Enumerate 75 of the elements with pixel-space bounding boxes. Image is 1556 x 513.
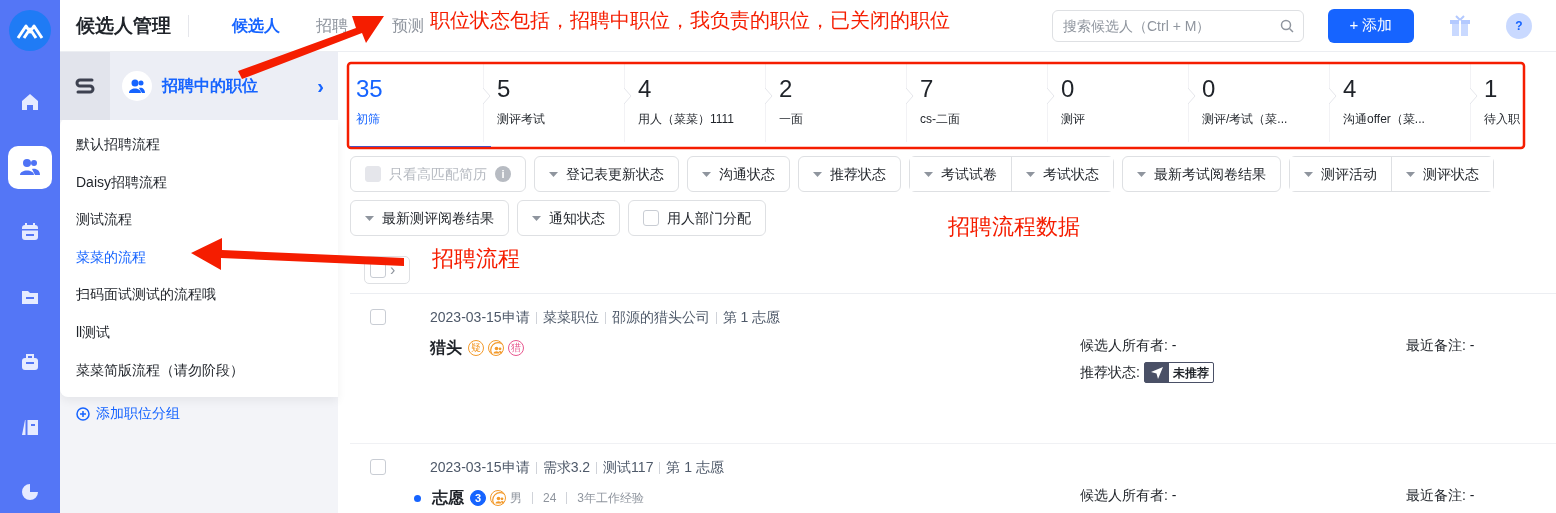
caret-icon	[702, 171, 711, 177]
add-button[interactable]: + 添加	[1328, 8, 1414, 43]
caret-icon	[1137, 171, 1146, 177]
people-icon[interactable]	[8, 145, 52, 189]
caret-icon	[1406, 171, 1415, 177]
search-icon[interactable]	[1280, 18, 1294, 33]
caret-icon	[813, 171, 822, 177]
search-field[interactable]: 搜索候选人（Ctrl + M）	[1052, 9, 1304, 42]
annotation-text: 招聘流程数据	[948, 215, 1080, 240]
caret-icon	[532, 215, 541, 221]
menu-item[interactable]: 扫码面试测试的流程哦	[60, 276, 338, 314]
stage-tab[interactable]: 0 测评	[1055, 62, 1196, 148]
menu-item[interactable]: 菜菜的流程	[60, 238, 338, 277]
add-group-link[interactable]: 添加职位分组	[60, 403, 196, 425]
meta-text: 测试117	[603, 458, 654, 477]
logo-icon	[9, 10, 51, 51]
annotation-text: 职位状态包括，招聘中职位，我负责的职位，已关闭的职位	[430, 9, 950, 31]
meta-text: 2023-03-15申请	[430, 308, 530, 327]
help-button[interactable]: ?	[1506, 12, 1532, 39]
stage-tab[interactable]: 0 测评/考试（菜...	[1196, 62, 1337, 148]
candidate-row[interactable]: 2023-03-15申请 菜菜职位 邵源的猎头公司 第 1 志愿 猎头 疑 猎 候选人所有者: - 推荐状态: 未推荐 最近备注: -	[350, 294, 1556, 444]
filter-dropdown[interactable]: 最新测评阅卷结果	[350, 200, 509, 236]
filter-dropdown[interactable]: 登记表更新状态	[534, 156, 679, 192]
stage-tab[interactable]: 35 初筛	[350, 62, 491, 148]
switch-icon[interactable]	[74, 76, 96, 96]
menu-item[interactable]: 菜菜简版流程（请勿阶段）	[60, 351, 338, 390]
recommend-label: 推荐状态:	[1080, 363, 1140, 382]
note-text: 最近备注: -	[1406, 486, 1475, 505]
meta-text: 需求3.2	[542, 458, 591, 477]
candidate-name[interactable]: 猎头	[430, 336, 462, 360]
menu-item[interactable]: ll测试	[60, 313, 338, 352]
menu-item[interactable]: 测试流程	[60, 201, 338, 239]
candidate-row[interactable]: 2023-03-15申请 需求3.2 测试117 第 1 志愿 志愿 3 男 24 3年工作经验 候选人所有者: - 最近备注: -	[350, 444, 1556, 513]
filter-dropdown[interactable]: 通知状态	[517, 200, 620, 236]
filter-dropdown[interactable]: 最新考试阅卷结果	[1122, 156, 1281, 192]
stage-tab[interactable]: 5 测评考试	[491, 62, 632, 148]
count-badge: 3	[470, 490, 486, 506]
meta-text: 邵源的猎头公司	[611, 308, 710, 327]
menu-item[interactable]: Daisy招聘流程	[60, 163, 338, 202]
note-text: 最近备注: -	[1406, 336, 1475, 355]
candidate-name[interactable]: 志愿	[432, 486, 464, 510]
stage-tab[interactable]: 2 一面	[773, 62, 914, 148]
people-icon	[128, 78, 146, 94]
caret-icon	[549, 171, 558, 177]
caret-icon	[1026, 171, 1035, 177]
owner-text: 候选人所有者: -	[1080, 486, 1178, 505]
page-title: 候选人管理	[76, 14, 189, 37]
filter-dropdown[interactable]: 测评状态	[1391, 157, 1493, 191]
caret-icon	[365, 215, 374, 221]
owner-text: 候选人所有者: -	[1080, 336, 1178, 355]
checkbox-filter[interactable]: 用人部门分配	[628, 200, 766, 236]
candidate-detail: 24	[543, 490, 557, 507]
recommend-status-badge: 未推荐	[1143, 362, 1214, 383]
caret-icon	[924, 171, 933, 177]
stage-tab[interactable]: 4 沟通offer（菜...	[1337, 62, 1478, 148]
filter-dropdown[interactable]: 推荐状态	[798, 156, 901, 192]
meta-text: 第 1 志愿	[722, 308, 781, 327]
filter-dropdown[interactable]: 考试状态	[1011, 157, 1113, 191]
meta-text: 菜菜职位	[542, 308, 599, 327]
meta-text: 2023-03-15申请	[430, 458, 530, 477]
candidate-detail: 男	[510, 490, 522, 507]
filter-dropdown[interactable]: 沟通状态	[687, 156, 790, 192]
stage-tab[interactable]: 4 用人（菜菜）1111	[632, 62, 773, 148]
annotation-text: 招聘流程	[432, 247, 520, 272]
stage-tab[interactable]: 1 待入职	[1478, 62, 1522, 148]
row-checkbox[interactable]	[370, 309, 386, 325]
caret-icon	[1304, 171, 1313, 177]
header-tab[interactable]: 候选人	[232, 13, 280, 38]
row-checkbox[interactable]	[370, 459, 386, 475]
menu-item[interactable]: 默认招聘流程	[60, 126, 338, 164]
candidate-detail: 3年工作经验	[577, 490, 645, 507]
send-icon	[1149, 365, 1164, 380]
meta-text: 第 1 志愿	[666, 458, 724, 477]
stage-tab[interactable]: 7 cs-二面	[914, 62, 1055, 148]
add-icon	[76, 406, 90, 421]
